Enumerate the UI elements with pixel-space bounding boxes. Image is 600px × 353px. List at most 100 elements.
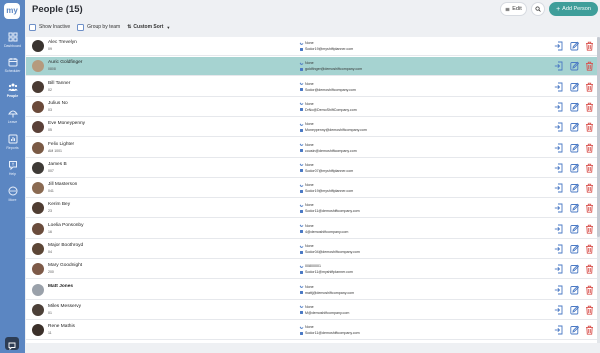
delete-button[interactable] <box>585 264 594 274</box>
login-button[interactable] <box>554 264 563 274</box>
login-button[interactable] <box>554 325 563 335</box>
login-button[interactable] <box>554 203 563 213</box>
login-button[interactable] <box>554 163 563 173</box>
table-row[interactable]: Miles Messervy 01 None M@demoshiftcompany.c… <box>26 300 599 320</box>
delete-button[interactable] <box>585 163 594 173</box>
group-by-team-checkbox[interactable]: Group by team <box>77 23 120 31</box>
custom-sort-dropdown[interactable]: ⇅ Custom Sort ▼ <box>127 24 170 30</box>
edit-row-button[interactable] <box>570 224 579 234</box>
table-row[interactable]: Eve Moneypenny 05 None Moneypenny@demoshift… <box>26 118 599 138</box>
edit-button[interactable]: Edit <box>500 2 527 16</box>
table-row[interactable]: Kerim Bey 23 None Sodor11@demoshiftcompany.… <box>26 199 599 219</box>
login-button[interactable] <box>554 102 563 112</box>
login-button[interactable] <box>554 305 563 315</box>
add-person-button[interactable]: + Add Person <box>549 2 598 16</box>
person-code: 200 <box>48 270 54 275</box>
sidebar-item-dashboard[interactable]: Dashboard <box>0 32 25 54</box>
person-name[interactable]: Bill Tanner <box>48 81 70 86</box>
edit-row-button[interactable] <box>570 183 579 193</box>
sort-icon: ⇅ <box>127 24 132 30</box>
login-button[interactable] <box>554 244 563 254</box>
person-name[interactable]: Kerim Bey <box>48 202 70 207</box>
person-name[interactable]: Eve Moneypenny <box>48 121 85 126</box>
table-row[interactable]: Major Boothroyd 04 None Sodor04@demoshiftco… <box>26 240 599 259</box>
delete-button[interactable] <box>585 224 594 234</box>
edit-row-button[interactable] <box>570 102 579 112</box>
edit-row-button[interactable] <box>570 61 579 71</box>
show-inactive-checkbox[interactable]: Show Inactive <box>29 23 70 31</box>
delete-button[interactable] <box>585 41 594 51</box>
table-row[interactable]: Matt Jones None mattj@demoshiftcompany.com <box>26 280 599 300</box>
delete-button[interactable] <box>585 325 594 335</box>
table-row[interactable]: Julius No 03 None DrNo@DemoShiftCompany.com <box>26 97 599 117</box>
person-name[interactable]: Jill Masterson <box>48 182 77 187</box>
delete-button[interactable] <box>585 61 594 71</box>
list-icon <box>505 7 510 11</box>
checkbox-box[interactable] <box>29 23 36 31</box>
login-button[interactable] <box>554 285 563 295</box>
phone-text: None <box>305 183 314 188</box>
sidebar-item-scheduler[interactable]: Scheduler <box>0 57 25 79</box>
edit-row-button[interactable] <box>570 325 579 335</box>
person-name[interactable]: Auric Goldfinger <box>48 60 82 65</box>
delete-button[interactable] <box>585 143 594 153</box>
edit-row-button[interactable] <box>570 203 579 213</box>
person-name[interactable]: James B <box>48 162 67 167</box>
delete-button[interactable] <box>585 244 594 254</box>
sidebar-item-help[interactable]: Help <box>0 160 25 182</box>
avatar <box>32 222 44 235</box>
person-name[interactable]: Julius No <box>48 101 68 106</box>
table-row[interactable]: Jill Masterson 041 None Sodor19@myshiftplan… <box>26 179 599 199</box>
login-button[interactable] <box>554 143 563 153</box>
login-button[interactable] <box>554 122 563 132</box>
edit-icon <box>570 264 579 274</box>
edit-row-button[interactable] <box>570 264 579 274</box>
person-name[interactable]: Loelia Ponsonby <box>48 223 83 228</box>
delete-button[interactable] <box>585 102 594 112</box>
edit-row-button[interactable] <box>570 41 579 51</box>
edit-row-button[interactable] <box>570 82 579 92</box>
sidebar-item-more[interactable]: More <box>0 186 25 208</box>
person-name[interactable]: Mary Goodnight <box>48 263 82 268</box>
delete-button[interactable] <box>585 285 594 295</box>
login-button[interactable] <box>554 61 563 71</box>
person-name[interactable]: Rene Mathis <box>48 324 75 329</box>
login-button[interactable] <box>554 82 563 92</box>
table-row[interactable]: James B 007 None Sodor07@myshiftplanner.com <box>26 158 599 178</box>
chat-button[interactable] <box>5 337 19 351</box>
checkbox-box[interactable] <box>77 23 85 31</box>
edit-row-button[interactable] <box>570 244 579 254</box>
person-name[interactable]: Alec Trevelyn <box>48 40 77 45</box>
app-logo[interactable]: my <box>4 3 20 19</box>
table-row[interactable]: Rene Mathis 11 None Sodor11@demoshiftcompan… <box>26 321 599 341</box>
edit-row-button[interactable] <box>570 285 579 295</box>
person-name[interactable]: Matt Jones <box>48 284 73 289</box>
edit-row-button[interactable] <box>570 163 579 173</box>
delete-button[interactable] <box>585 305 594 315</box>
login-button[interactable] <box>554 224 563 234</box>
search-button[interactable] <box>531 2 545 16</box>
table-row[interactable]: Bill Tanner 02 None Sodor@demoshiftcompany.… <box>26 77 599 97</box>
person-name[interactable]: Major Boothroyd <box>48 243 83 248</box>
delete-button[interactable] <box>585 203 594 214</box>
login-button[interactable] <box>554 41 563 51</box>
table-row[interactable]: Auric Goldfinger 0808 None goldfinger@demos… <box>26 57 599 77</box>
edit-row-button[interactable] <box>570 143 579 153</box>
table-row[interactable]: Mary Goodnight 200 00800001 Sodor11@myshift… <box>26 260 599 280</box>
delete-button[interactable] <box>585 82 594 92</box>
edit-icon <box>570 325 579 335</box>
sidebar-item-people[interactable]: People <box>0 82 25 104</box>
table-row[interactable]: Alec Trevelyn 09 None Sodor19@myshiftplanne… <box>26 37 599 56</box>
person-name[interactable]: Felix Lighter <box>48 142 74 147</box>
login-button[interactable] <box>554 183 563 193</box>
table-row[interactable]: Felix Lighter AM 1001 None cousin@demoshift… <box>26 138 599 158</box>
person-name[interactable]: Miles Messervy <box>48 304 81 309</box>
delete-button[interactable] <box>585 183 594 193</box>
edit-row-button[interactable] <box>570 122 579 132</box>
phone-value: None <box>299 243 314 249</box>
table-row[interactable]: Loelia Ponsonby 16 None 4@demoshiftcompany.… <box>26 219 599 239</box>
sidebar-item-reports[interactable]: Reports <box>0 134 25 156</box>
sidebar-item-leave[interactable]: Leave <box>0 108 25 130</box>
edit-row-button[interactable] <box>570 305 579 315</box>
delete-button[interactable] <box>585 122 594 132</box>
